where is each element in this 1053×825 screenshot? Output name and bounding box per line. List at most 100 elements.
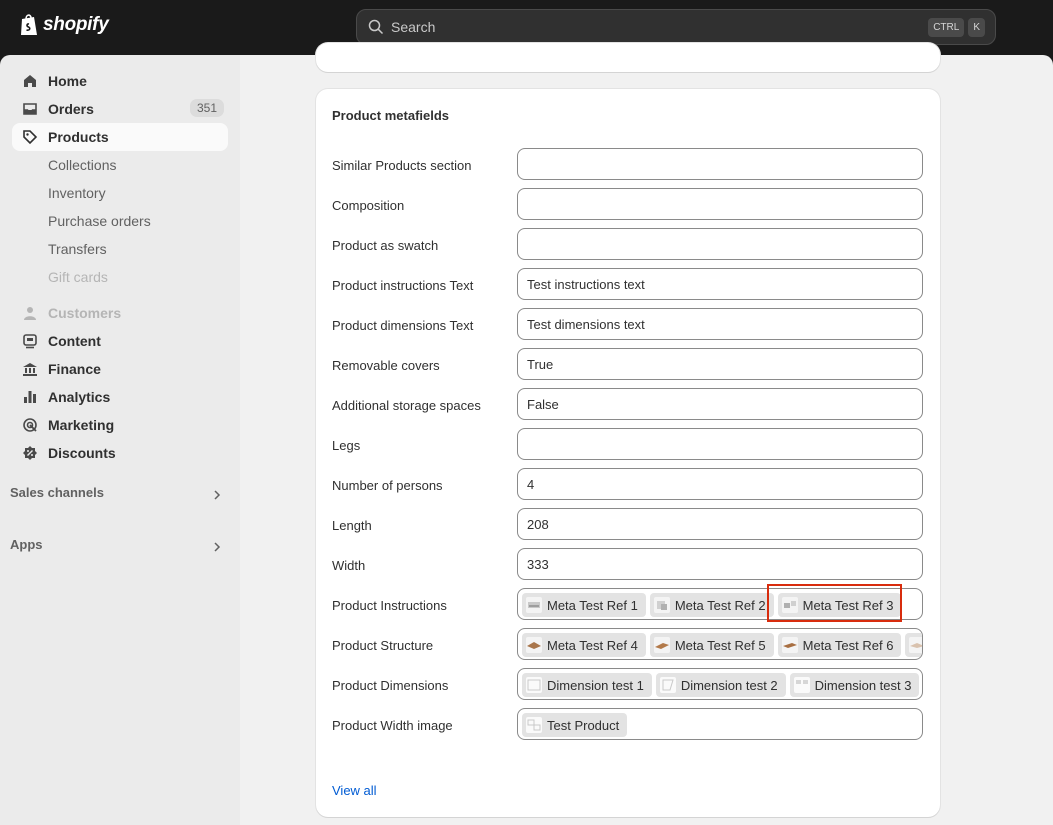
reference-chip[interactable]: Meta Test Ref 6 (777, 633, 902, 657)
shopify-bag-icon (21, 14, 37, 35)
sidebar-item-marketing[interactable]: Marketing (12, 411, 228, 439)
reference-chip[interactable]: Meta Test Ref 4 (522, 633, 646, 657)
field-value: False (527, 397, 559, 412)
shopify-logo[interactable]: shopify (19, 13, 109, 37)
view-all-link[interactable]: View all (332, 783, 377, 798)
sidebar-item-customers[interactable]: Customers (12, 299, 228, 327)
sidebar-subitem-collections[interactable]: Collections (12, 151, 228, 179)
field-value: 333 (527, 557, 549, 572)
sidebar-item-label: Analytics (48, 389, 111, 405)
highlight-annotation-box (767, 584, 902, 622)
sidebar-item-home[interactable]: Home (12, 67, 228, 95)
sidebar-subitem-label: Collections (48, 157, 117, 173)
home-icon (24, 75, 36, 87)
reference-chip[interactable]: Dimension test 1 (522, 673, 652, 697)
sidebar-item-discounts[interactable]: Discounts (12, 439, 228, 467)
reference-chip[interactable]: Dimension test 2 (655, 673, 786, 697)
reference-chip[interactable]: Meta Test Ref 1 (522, 593, 646, 617)
reference-chip[interactable] (905, 633, 922, 657)
field-value: True (527, 357, 554, 372)
bank-icon (23, 363, 37, 376)
reference-thumbnail-icon (526, 717, 542, 733)
additional-storage-field[interactable]: False (517, 388, 923, 420)
sidebar-item-label: Discounts (48, 445, 116, 461)
reference-thumbnail-icon (526, 637, 542, 653)
metafield-label: Width (332, 558, 366, 573)
metafield-label: Similar Products section (332, 158, 472, 173)
metafield-label: Product Structure (332, 638, 434, 653)
reference-chips: Test Product (522, 713, 628, 737)
metafield-label: Legs (332, 438, 361, 453)
field-value: Test instructions text (527, 277, 645, 292)
sidebar-subitem-transfers[interactable]: Transfers (12, 235, 228, 263)
sidebar-subitem-label: Gift cards (48, 269, 108, 285)
chip-label: Test Product (547, 717, 620, 733)
card-title: Product metafields (332, 108, 450, 123)
tag-icon (23, 130, 38, 145)
product-structure-reference-field[interactable]: Meta Test Ref 4 Meta Test Ref 5 Meta Tes… (517, 628, 923, 660)
sidebar-subitem-gift-cards[interactable]: Gift cards (12, 263, 228, 291)
content-icon (23, 334, 37, 349)
product-dimensions-reference-field[interactable]: Dimension test 1 Dimension test 2 Dimens… (517, 668, 923, 700)
removable-covers-field[interactable]: True (517, 348, 923, 380)
search-icon (368, 19, 384, 35)
brand-name: shopify (43, 14, 109, 35)
reference-thumbnail-icon (526, 597, 542, 613)
reference-chips: Dimension test 1 Dimension test 2 Dimens… (522, 673, 920, 697)
sidebar-subitem-purchase-orders[interactable]: Purchase orders (12, 207, 228, 235)
metafield-label: Product instructions Text (332, 278, 474, 293)
chip-label: Meta Test Ref 6 (802, 637, 894, 653)
reference-thumbnail-icon (526, 677, 542, 693)
sidebar-item-orders[interactable]: Orders 351 (12, 95, 228, 123)
product-instructions-text-field[interactable]: Test instructions text (517, 268, 923, 300)
chevron-right-icon (214, 542, 221, 552)
shortcut-key-ctrl: CTRL (928, 18, 965, 37)
section-heading: Sales channels (10, 485, 104, 500)
sidebar-item-label: Content (48, 333, 101, 349)
reference-chip[interactable]: Meta Test Ref 5 (649, 633, 774, 657)
sidebar-subitem-label: Inventory (48, 185, 106, 201)
field-value: 4 (527, 477, 535, 492)
reference-thumbnail-icon (909, 637, 922, 653)
person-icon (24, 307, 36, 320)
metafield-label: Product Instructions (332, 598, 447, 613)
reference-chip[interactable]: Test Product (522, 713, 628, 737)
legs-field[interactable] (517, 428, 923, 460)
metafield-label: Product dimensions Text (332, 318, 474, 333)
number-of-persons-field[interactable]: 4 (517, 468, 923, 500)
sidebar-item-finance[interactable]: Finance (12, 355, 228, 383)
sidebar-item-label: Orders (48, 101, 94, 117)
chip-label: Dimension test 2 (680, 677, 778, 693)
orders-count-badge: 351 (189, 99, 224, 117)
width-field[interactable]: 333 (517, 548, 923, 580)
product-as-swatch-field[interactable] (517, 228, 923, 260)
similar-products-field[interactable] (517, 148, 923, 180)
reference-thumbnail-icon (781, 637, 798, 653)
reference-chip[interactable]: Dimension test 3 (789, 673, 920, 697)
sidebar-subitem-inventory[interactable]: Inventory (12, 179, 228, 207)
reference-chips: Meta Test Ref 4 Meta Test Ref 5 Meta Tes… (522, 633, 922, 657)
sidebar-subitem-label: Transfers (48, 241, 107, 257)
sidebar-item-products[interactable]: Products (12, 123, 228, 151)
chip-label: Meta Test Ref 1 (547, 597, 638, 613)
chip-label: Dimension test 1 (547, 677, 644, 693)
target-icon (23, 418, 37, 432)
reference-chip[interactable]: Meta Test Ref 2 (649, 593, 774, 617)
main-content: Product metafields Similar Products sect… (240, 43, 1053, 825)
length-field[interactable]: 208 (517, 508, 923, 540)
sidebar-item-label: Marketing (48, 417, 115, 433)
reference-thumbnail-icon (653, 637, 670, 653)
chip-label: Dimension test 3 (814, 677, 912, 693)
section-heading: Apps (10, 537, 43, 552)
metafield-label: Length (332, 518, 372, 533)
metafield-label: Product Dimensions (332, 678, 449, 693)
chevron-right-icon (214, 490, 221, 500)
sidebar-subitem-label: Purchase orders (48, 213, 151, 229)
sidebar-item-content[interactable]: Content (12, 327, 228, 355)
sidebar-item-analytics[interactable]: Analytics (12, 383, 228, 411)
product-dimensions-text-field[interactable]: Test dimensions text (517, 308, 923, 340)
composition-field[interactable] (517, 188, 923, 220)
search-bar[interactable]: Search CTRL K (356, 9, 996, 45)
metafield-label: Number of persons (332, 478, 443, 493)
product-width-image-field[interactable]: Test Product (517, 708, 923, 740)
